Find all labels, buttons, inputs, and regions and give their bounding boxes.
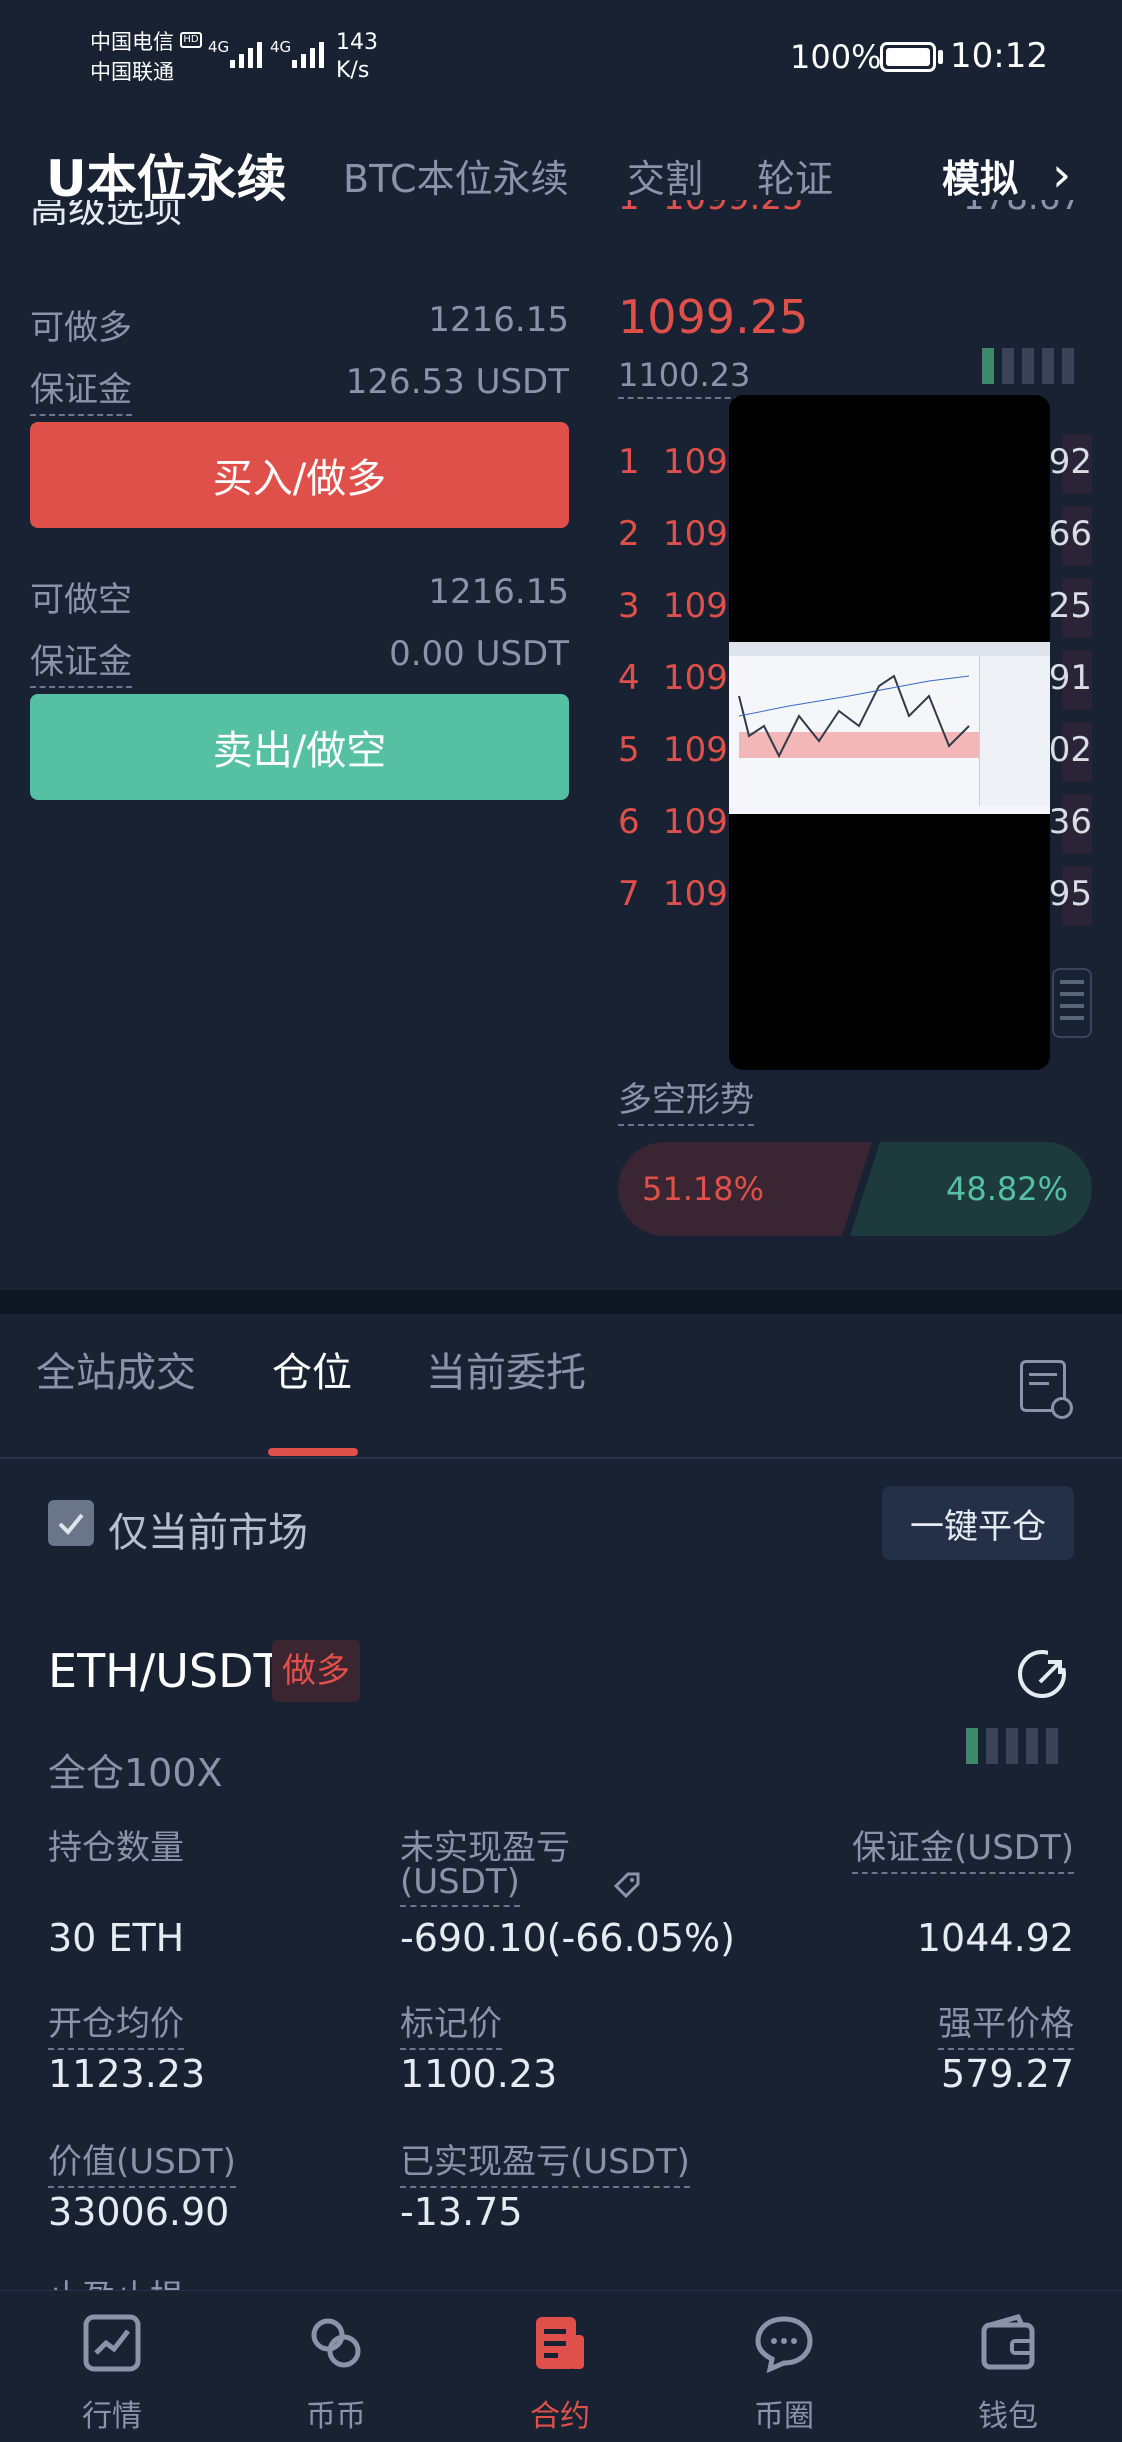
nav-community[interactable]: 币圈	[704, 2291, 864, 2442]
net-type-1: 4G	[208, 38, 230, 56]
tabs-underline	[0, 1457, 1122, 1459]
entry-price-label[interactable]: 开仓均价	[48, 1996, 184, 2050]
upnl-value: -690.10(-66.05%)	[400, 1916, 735, 1960]
active-tab-indicator	[268, 1448, 358, 1456]
net-speed-unit: K/s	[336, 58, 370, 83]
battery-percent: 100%	[790, 38, 882, 76]
nav-contract[interactable]: 合约	[480, 2291, 640, 2442]
history-orders-icon[interactable]	[1020, 1360, 1073, 1419]
short-margin-label[interactable]: 保证金	[30, 634, 132, 688]
video-chart-thumbnail	[729, 642, 1050, 814]
nav-wallet-label: 钱包	[978, 2399, 1038, 2434]
short-margin-value: 0.00 USDT	[389, 634, 569, 674]
upnl-unit-label[interactable]: (USDT)	[400, 1862, 520, 1907]
signal-icon-2	[292, 40, 324, 68]
hd-icon: HD	[180, 32, 202, 48]
tab-all-trades[interactable]: 全站成交	[36, 1340, 196, 1398]
mark-price-label[interactable]: 标记价	[400, 1996, 502, 2050]
position-mode: 全仓100X	[48, 1751, 223, 1795]
tab-positions[interactable]: 仓位	[272, 1340, 352, 1398]
battery-tip	[938, 50, 943, 64]
carrier-2: 中国联通	[90, 60, 174, 84]
nav-community-label: 币圈	[754, 2399, 814, 2434]
floating-video-overlay[interactable]	[729, 395, 1050, 1070]
nav-market[interactable]: 行情	[32, 2291, 192, 2442]
long-margin-value: 126.53 USDT	[345, 362, 569, 402]
risk-level-icon	[966, 1728, 1058, 1764]
tab-open-orders[interactable]: 当前委托	[426, 1340, 586, 1398]
short-percent: 48.82%	[945, 1170, 1068, 1208]
bottom-nav: 行情 币币 合约 币圈 钱包	[0, 2290, 1122, 2442]
orderbook-partial-row: 1 1099.25 178.67	[618, 200, 1092, 240]
list-view-icon[interactable]	[1052, 968, 1092, 1038]
entry-price-value: 1123.23	[48, 2052, 206, 2096]
tp-sl-partial[interactable]: 止盈止损	[48, 2270, 448, 2290]
section-divider	[0, 1290, 1122, 1314]
notional-label[interactable]: 价值(USDT)	[48, 2134, 236, 2188]
short-available-value: 1216.15	[428, 572, 569, 612]
nav-spot[interactable]: 币币	[256, 2291, 416, 2442]
short-available-label: 可做空	[30, 580, 132, 620]
notional-value: 33006.90	[48, 2190, 230, 2234]
status-bar: 中国电信 中国联通 HD 4G 4G 143 K/s 100% 10:12	[0, 0, 1122, 120]
signal-icon-1	[230, 40, 262, 68]
net-type-2: 4G	[270, 38, 292, 56]
nav-wallet[interactable]: 钱包	[928, 2291, 1088, 2442]
wallet-icon	[978, 2313, 1038, 2373]
current-market-label[interactable]: 仅当前市场	[108, 1500, 308, 1558]
clock: 10:12	[950, 36, 1048, 76]
sentiment-label[interactable]: 多空形势	[618, 1072, 754, 1126]
carrier-1: 中国电信	[90, 30, 174, 54]
size-value: 30 ETH	[48, 1916, 185, 1960]
margin-value: 1044.92	[916, 1916, 1074, 1960]
position-symbol: ETH/USDT	[48, 1644, 282, 1698]
contract-icon	[530, 2313, 590, 2373]
position-side-badge: 做多	[272, 1640, 360, 1702]
nav-spot-label: 币币	[306, 2399, 366, 2434]
tab-btc-perpetual[interactable]: BTC本位永续	[343, 120, 569, 230]
long-short-ratio-bar: 51.18% 48.82%	[618, 1142, 1092, 1236]
share-icon[interactable]	[1018, 1648, 1068, 1698]
size-label: 持仓数量	[48, 1828, 184, 1868]
battery-icon	[880, 42, 936, 72]
chart-icon	[82, 2313, 142, 2373]
last-price: 1099.25	[618, 290, 809, 344]
tag-icon[interactable]	[612, 1870, 642, 1900]
long-available-value: 1216.15	[428, 300, 569, 340]
depth-toggle-icon[interactable]	[982, 348, 1074, 384]
nav-contract-label: 合约	[530, 2399, 590, 2434]
chat-icon	[754, 2313, 814, 2374]
long-margin-label[interactable]: 保证金	[30, 362, 132, 416]
coins-icon	[306, 2313, 366, 2373]
close-all-button[interactable]: 一键平仓	[882, 1486, 1074, 1560]
advanced-options-partial[interactable]: 高级选项	[30, 200, 330, 240]
realized-pnl-value: -13.75	[400, 2190, 523, 2234]
margin-label[interactable]: 保证金(USDT)	[852, 1820, 1074, 1874]
liquidation-price-value: 579.27	[941, 2052, 1074, 2096]
nav-market-label: 行情	[82, 2399, 142, 2434]
buy-long-button[interactable]: 买入/做多	[30, 422, 569, 528]
liquidation-price-label[interactable]: 强平价格	[938, 1996, 1074, 2050]
net-speed-value: 143	[336, 30, 378, 55]
realized-pnl-label[interactable]: 已实现盈亏(USDT)	[400, 2134, 690, 2188]
mark-price[interactable]: 1100.23	[618, 356, 751, 399]
long-percent: 51.18%	[642, 1170, 765, 1208]
mark-price-value: 1100.23	[400, 2052, 558, 2096]
current-market-checkbox[interactable]	[48, 1500, 94, 1546]
sell-short-button[interactable]: 卖出/做空	[30, 694, 569, 800]
long-available-label: 可做多	[30, 308, 132, 348]
